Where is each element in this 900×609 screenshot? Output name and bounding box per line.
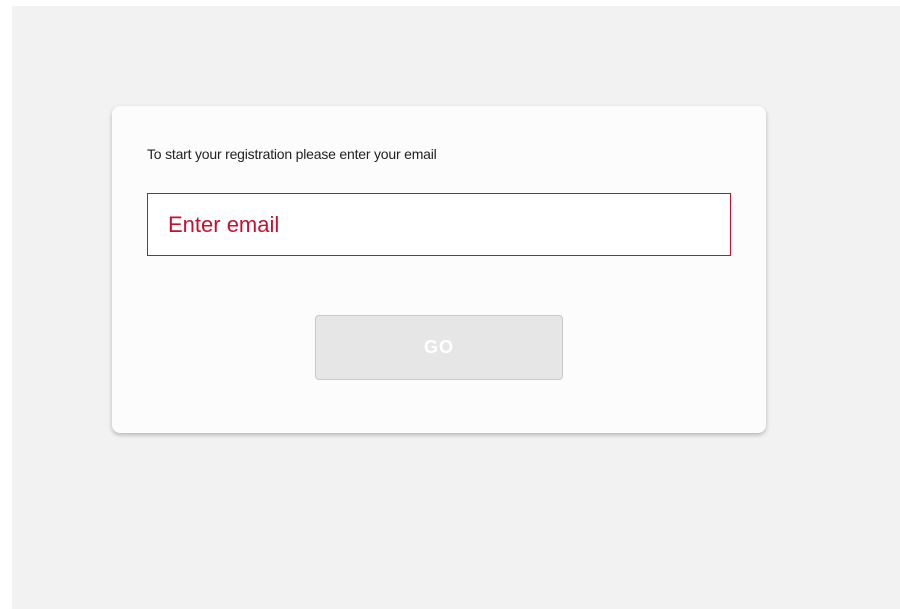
page-background: To start your registration please enter …	[12, 6, 900, 609]
email-field[interactable]	[147, 193, 731, 256]
registration-card: To start your registration please enter …	[112, 106, 766, 433]
registration-prompt: To start your registration please enter …	[147, 146, 437, 162]
go-button[interactable]: GO	[315, 315, 563, 380]
